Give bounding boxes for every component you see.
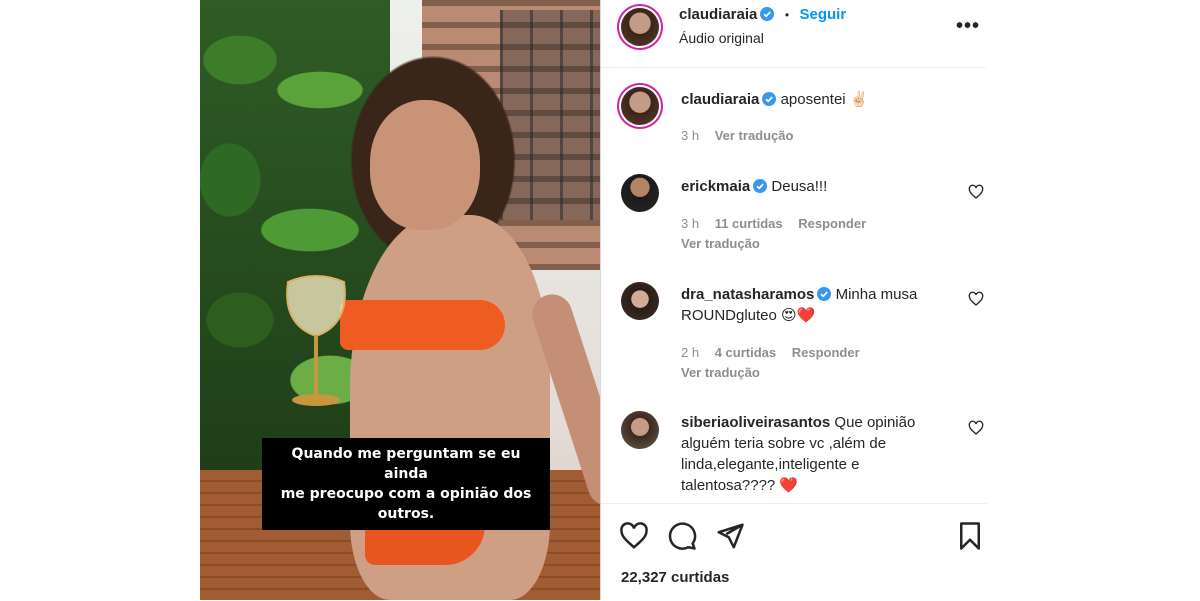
- video-subtitle: Quando me perguntam se eu ainda me preoc…: [262, 438, 550, 530]
- commenter-avatar[interactable]: [621, 282, 659, 320]
- subtitle-line-2: me preocupo com a opinião dos outros.: [280, 486, 532, 522]
- commenter-username[interactable]: dra_natasharamos: [681, 286, 814, 303]
- verified-badge-icon: [762, 92, 777, 106]
- comment-text: Minha musa: [835, 286, 918, 303]
- video-player[interactable]: Quando me perguntam se eu ainda me preoc…: [200, 0, 600, 600]
- follow-button[interactable]: Seguir: [800, 6, 847, 23]
- verified-badge-icon: [753, 179, 768, 193]
- likes-count[interactable]: 22,327 curtidas: [621, 569, 729, 586]
- comment-icon[interactable]: [667, 521, 697, 551]
- comment-text-line-2: ROUNDgluteo 😍❤️: [681, 307, 816, 324]
- comment-text: Deusa!!!: [771, 178, 828, 195]
- commenter-username[interactable]: siberiaoliveirasantos: [681, 414, 830, 431]
- comment-translate-link[interactable]: Ver tradução: [681, 365, 760, 380]
- commenter-avatar[interactable]: [621, 411, 659, 449]
- commenter-username[interactable]: erickmaia: [681, 178, 750, 195]
- comment-text-line-4: talentosa???? ❤️: [681, 477, 799, 494]
- caption-meta: 3 h Ver tradução: [681, 128, 793, 143]
- comment-meta: 3 h 11 curtidas Responder: [681, 216, 866, 231]
- heart-icon[interactable]: [619, 521, 649, 551]
- post-actions-bar: [601, 503, 987, 601]
- caption-time[interactable]: 3 h: [681, 128, 699, 143]
- commenter-avatar[interactable]: [621, 174, 659, 212]
- author-line: claudiaraia • Seguir: [679, 6, 846, 24]
- reply-button[interactable]: Responder: [792, 345, 860, 360]
- more-options-icon[interactable]: •••: [956, 15, 980, 38]
- share-icon[interactable]: [715, 521, 745, 551]
- comment-meta: 2 h 4 curtidas Responder: [681, 345, 860, 360]
- caption-text: aposentei: [780, 91, 846, 108]
- comment-time[interactable]: 2 h: [681, 345, 699, 360]
- subtitle-line-1: Quando me perguntam se eu ainda: [291, 446, 521, 482]
- bookmark-icon[interactable]: [955, 521, 985, 551]
- audio-label[interactable]: Áudio original: [679, 30, 764, 46]
- comment-line: erickmaia Deusa!!!: [681, 176, 827, 197]
- caption-line: claudiaraia aposentei ✌🏻: [681, 89, 868, 110]
- comment-text-line-3: linda,elegante,inteligente e: [681, 456, 860, 473]
- comment-text-line-2: alguém teria sobre vc ,além de: [681, 435, 887, 452]
- orange-bikini-top: [340, 300, 505, 350]
- comment-text: Que opinião: [834, 414, 916, 431]
- caption-emoji: ✌🏻: [849, 91, 869, 108]
- caption-avatar[interactable]: [621, 87, 659, 125]
- caption-translate-link[interactable]: Ver tradução: [715, 128, 794, 143]
- comment-time[interactable]: 3 h: [681, 216, 699, 231]
- author-username[interactable]: claudiaraia: [679, 6, 757, 23]
- wine-glass: [286, 275, 346, 406]
- header-separator: •: [784, 8, 790, 22]
- verified-badge-icon: [817, 287, 832, 301]
- verified-badge-icon: [760, 7, 775, 21]
- post-sidebar: claudiaraia • Seguir Áudio original ••• …: [600, 0, 987, 601]
- person-face: [370, 100, 480, 230]
- comment-translate-link[interactable]: Ver tradução: [681, 236, 760, 251]
- reply-button[interactable]: Responder: [798, 216, 866, 231]
- caption-username[interactable]: claudiaraia: [681, 91, 759, 108]
- comment-likes[interactable]: 4 curtidas: [715, 345, 776, 360]
- instagram-post: Quando me perguntam se eu ainda me preoc…: [200, 0, 987, 601]
- post-header: claudiaraia • Seguir Áudio original •••: [601, 0, 986, 68]
- like-comment-heart-icon[interactable]: [968, 184, 984, 200]
- like-comment-heart-icon[interactable]: [968, 291, 984, 307]
- comment-line: siberiaoliveirasantos Que opinião: [681, 412, 915, 433]
- author-avatar[interactable]: [621, 8, 659, 46]
- comment-line: dra_natasharamos Minha musa: [681, 284, 917, 305]
- comment-likes[interactable]: 11 curtidas: [715, 216, 783, 231]
- like-comment-heart-icon[interactable]: [968, 420, 984, 436]
